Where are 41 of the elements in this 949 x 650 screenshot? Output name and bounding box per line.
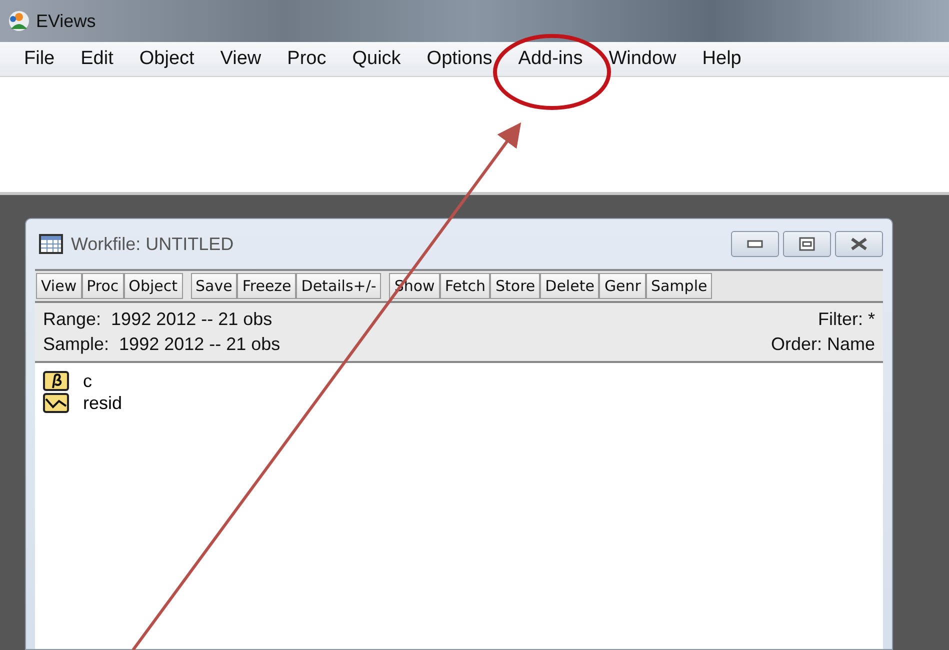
- beta-icon: [43, 371, 69, 391]
- toolbar-button[interactable]: Object: [124, 273, 183, 299]
- menu-item[interactable]: Help: [690, 46, 754, 72]
- close-icon: [850, 237, 868, 251]
- table-icon: [39, 234, 63, 254]
- object-name[interactable]: c: [83, 371, 92, 391]
- toolbar-button[interactable]: Sample: [646, 273, 712, 299]
- info-value: 1992 2012 -- 21 obs: [119, 334, 280, 355]
- toolbar-button[interactable]: Fetch: [440, 273, 490, 299]
- toolbar-button[interactable]: Delete: [540, 273, 600, 299]
- info-setting: Order: Name: [770, 334, 875, 355]
- info-label: Range:: [43, 309, 102, 330]
- menu-item[interactable]: View: [208, 46, 274, 72]
- workfile-title: Workfile: UNTITLED: [71, 234, 234, 254]
- menu-item[interactable]: File: [12, 46, 67, 72]
- minimize-button[interactable]: [731, 231, 779, 257]
- toolbar-button[interactable]: Store: [490, 273, 540, 299]
- toolbar-button[interactable]: Genr: [599, 273, 646, 299]
- object-name[interactable]: resid: [83, 393, 122, 413]
- line-chart-icon: [43, 393, 69, 413]
- menu-item[interactable]: Window: [596, 46, 688, 72]
- restore-icon: [799, 237, 815, 251]
- toolbar-button[interactable]: Details+/-: [296, 273, 382, 299]
- window-title: EViews: [36, 10, 96, 32]
- toolbar-button[interactable]: View: [36, 273, 82, 299]
- restore-button[interactable]: [783, 231, 831, 257]
- menu-item[interactable]: Object: [127, 46, 206, 72]
- menu-item[interactable]: Proc: [275, 46, 338, 72]
- minimize-icon: [747, 240, 763, 248]
- toolbar-button[interactable]: Proc: [82, 273, 124, 299]
- menu-item[interactable]: Options: [414, 46, 504, 72]
- toolbar-button[interactable]: Save: [190, 273, 238, 299]
- menu-item[interactable]: Add-ins: [506, 46, 595, 72]
- close-button[interactable]: [835, 231, 883, 257]
- app-logo-icon: [8, 10, 30, 32]
- info-value: 1992 2012 -- 21 obs: [111, 309, 272, 330]
- info-setting: Filter: *: [818, 309, 875, 330]
- info-label: Sample:: [43, 334, 110, 355]
- menu-item[interactable]: Edit: [68, 46, 126, 72]
- menu-item[interactable]: Quick: [340, 46, 413, 72]
- toolbar-button[interactable]: Freeze: [237, 273, 296, 299]
